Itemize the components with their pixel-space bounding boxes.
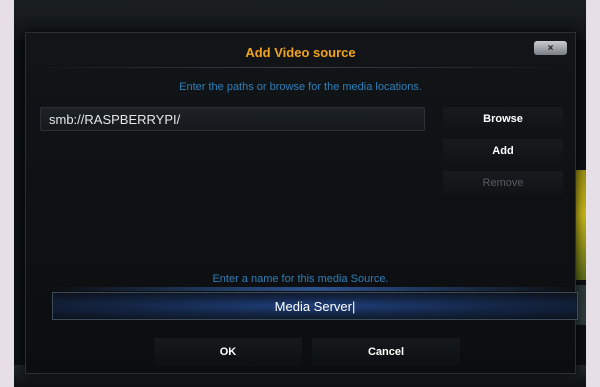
name-field-glow [52, 287, 578, 291]
paths-instruction: Enter the paths or browse for the media … [179, 81, 422, 93]
close-icon: × [547, 42, 554, 54]
browse-button[interactable]: Browse [443, 107, 563, 131]
remove-button[interactable]: Remove [443, 171, 563, 195]
title-divider [26, 67, 575, 68]
dialog-title: Add Video source [245, 45, 356, 60]
add-video-source-dialog: Add Video source × Enter the paths or br… [25, 32, 578, 374]
cancel-button[interactable]: Cancel [312, 338, 460, 366]
source-name-input[interactable]: Media Server| [52, 292, 578, 320]
ok-button[interactable]: OK [154, 338, 302, 366]
screen: Add Video source × Enter the paths or br… [14, 0, 586, 387]
path-list-item[interactable]: smb://RASPBERRYPI/ [40, 107, 425, 131]
add-button[interactable]: Add [443, 139, 563, 163]
close-button[interactable]: × [534, 41, 567, 55]
name-instruction: Enter a name for this media Source. [212, 273, 389, 285]
